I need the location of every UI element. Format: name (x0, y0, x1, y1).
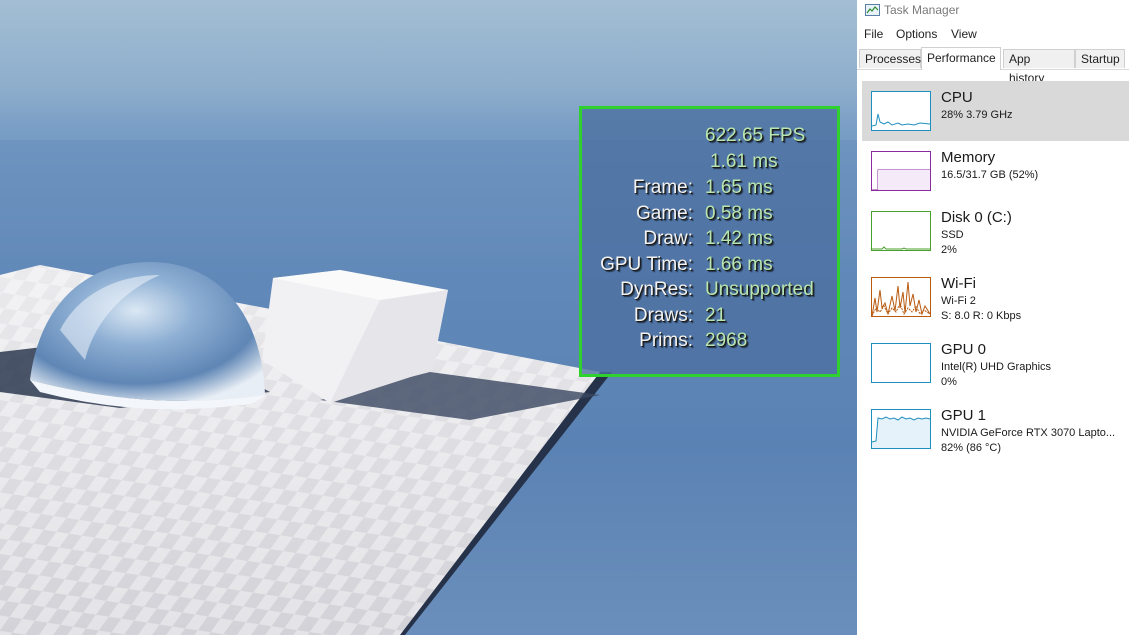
stat-row-prims: Prims: 2968 (582, 328, 837, 354)
fps-row: 622.65 FPS (582, 123, 837, 149)
fps-value: 622.65 FPS (705, 125, 806, 146)
perf-item-disk[interactable]: Disk 0 (C:) SSD 2% (862, 201, 1129, 261)
wifi-thumbnail (871, 277, 931, 317)
perf-name: Wi-Fi (941, 275, 976, 292)
cpu-thumbnail (871, 91, 931, 131)
perf-item-gpu1[interactable]: GPU 1 NVIDIA GeForce RTX 3070 Lapto... 8… (862, 399, 1129, 459)
cpu-graph (872, 113, 930, 127)
stat-row-frame: Frame: 1.65 ms (582, 175, 837, 201)
perf-detail: 28% 3.79 GHz (941, 109, 1013, 121)
ms-value: 1.61 ms (710, 151, 778, 172)
stat-label: Draws: (633, 305, 693, 326)
stat-label: Game: (635, 203, 693, 224)
perf-name: CPU (941, 89, 973, 106)
menu-view[interactable]: View (951, 24, 977, 44)
stat-label: DynRes: (620, 279, 693, 300)
ms-row: 1.61 ms (582, 149, 837, 175)
perf-item-wifi[interactable]: Wi-Fi Wi-Fi 2 S: 8.0 R: 0 Kbps (862, 267, 1129, 327)
menu-options[interactable]: Options (896, 24, 937, 44)
perf-item-memory[interactable]: Memory 16.5/31.7 GB (52%) (862, 141, 1129, 201)
perf-name: GPU 0 (941, 341, 987, 358)
menu-file[interactable]: File (864, 24, 883, 44)
stat-value: Unsupported (705, 279, 814, 300)
stat-row-game: Game: 0.58 ms (582, 201, 837, 227)
stat-value: 0.58 ms (705, 203, 773, 224)
stat-label: Frame: (632, 177, 693, 198)
perf-detail-2: 2% (941, 244, 957, 256)
stat-row-dynres: DynRes: Unsupported (582, 277, 837, 303)
stat-row-draw: Draw: 1.42 ms (582, 226, 837, 252)
disk-thumbnail (871, 211, 931, 251)
gpu1-graph (872, 416, 930, 448)
wifi-graph (872, 281, 930, 316)
task-manager-window: Task Manager File Options View Processes… (857, 0, 1129, 635)
stats-overlay: 622.65 FPS 1.61 ms Frame: 1.65 ms Game: … (579, 106, 840, 377)
stat-label: Draw: (643, 228, 693, 249)
perf-name: GPU 1 (941, 407, 987, 424)
perf-detail-2: 82% (86 °C) (941, 442, 1002, 454)
tab-app-history[interactable]: App history (1003, 49, 1075, 85)
stat-row-draws: Draws: 21 (582, 303, 837, 329)
gpu1-thumbnail (871, 409, 931, 449)
stat-value: 21 (705, 305, 727, 326)
memory-thumbnail (871, 151, 931, 191)
perf-detail-2: 0% (941, 376, 957, 388)
perf-detail-2: S: 8.0 R: 0 Kbps (941, 310, 1022, 322)
tab-performance[interactable]: Performance (921, 47, 1001, 70)
tab-processes[interactable]: Processes (859, 49, 921, 68)
gpu0-thumbnail (871, 343, 931, 383)
perf-detail: NVIDIA GeForce RTX 3070 Lapto... (941, 427, 1116, 439)
perf-detail: Wi-Fi 2 (941, 295, 976, 307)
tab-startup[interactable]: Startup (1075, 49, 1125, 68)
task-manager-icon (865, 4, 880, 16)
stat-value: 1.65 ms (705, 177, 773, 198)
stat-row-gpu-time: GPU Time: 1.66 ms (582, 252, 837, 278)
game-viewport[interactable]: 622.65 FPS 1.61 ms Frame: 1.65 ms Game: … (0, 0, 857, 635)
perf-item-cpu[interactable]: CPU 28% 3.79 GHz (862, 81, 1129, 141)
stat-value: 1.66 ms (705, 254, 773, 275)
memory-graph (872, 169, 930, 190)
perf-detail: Intel(R) UHD Graphics (941, 361, 1052, 373)
stat-label: Prims: (639, 330, 693, 351)
stat-value: 1.42 ms (705, 228, 773, 249)
stat-value: 2968 (705, 330, 748, 351)
perf-item-gpu0[interactable]: GPU 0 Intel(R) UHD Graphics 0% (862, 333, 1129, 393)
perf-name: Memory (941, 149, 996, 166)
disk-graph (872, 246, 930, 250)
perf-name: Disk 0 (C:) (941, 209, 1012, 226)
stat-label: GPU Time: (600, 254, 693, 275)
perf-detail: SSD (941, 229, 964, 241)
window-title-text: Task Manager (884, 3, 960, 17)
perf-detail: 16.5/31.7 GB (52%) (941, 169, 1039, 181)
window-title: Task Manager (865, 1, 959, 19)
tab-bar: Processes Performance App history Startu… (857, 47, 1129, 85)
